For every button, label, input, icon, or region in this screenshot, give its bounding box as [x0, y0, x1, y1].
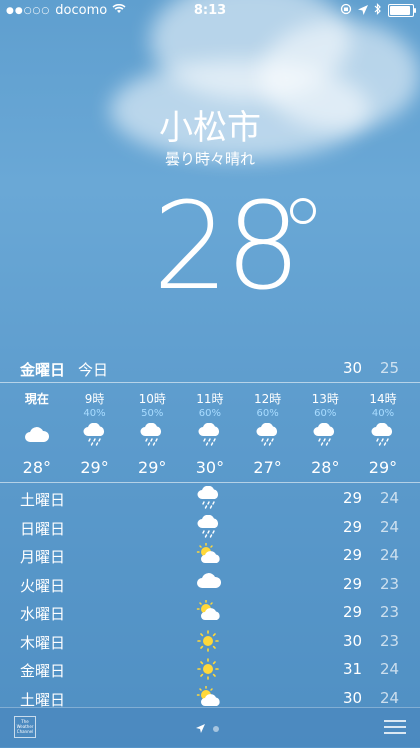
hourly-item: 13時 60% 28°	[296, 390, 354, 477]
rain-icon	[296, 420, 354, 450]
day-low: 24	[380, 546, 400, 564]
hourly-item: 14時 40% 29°	[354, 390, 412, 477]
rain-icon	[181, 420, 239, 450]
day-name: 木曜日	[20, 633, 66, 652]
hour-time: 現在	[24, 392, 49, 406]
rain-icon	[239, 420, 297, 450]
day-high: 29	[343, 574, 363, 593]
divider	[0, 482, 420, 483]
hourly-item: 10時 50% 29°	[123, 390, 181, 477]
today-low: 25	[380, 359, 400, 377]
sunny-icon	[196, 629, 220, 657]
daily-row: 木曜日 30 23	[0, 627, 420, 656]
daily-row: 金曜日 31 24	[0, 655, 420, 684]
hour-temp: 29°	[368, 458, 398, 477]
weather-channel-logo[interactable]: The Weather Channel	[14, 716, 36, 738]
day-high: 29	[343, 603, 363, 621]
precip-chance	[8, 408, 66, 420]
hourly-item: 11時 60% 30°	[181, 390, 239, 477]
daily-forecast-list[interactable]: 土曜日 29 24 日曜日 29 24 月曜日 29 24 火曜日 29 23 水曜日 29 23 木曜日 30…	[0, 484, 420, 712]
hour-time: 10時	[138, 392, 166, 406]
day-name: 土曜日	[20, 491, 66, 509]
daily-row: 土曜日 29 24	[0, 484, 420, 513]
status-bar: ●●○○○ docomo 8:13	[0, 0, 420, 22]
day-name: 水曜日	[20, 605, 66, 623]
today-day-name: 金曜日	[20, 361, 66, 379]
hour-temp: 28°	[22, 458, 52, 477]
divider	[0, 382, 420, 383]
day-low: 24	[380, 517, 400, 536]
hour-temp: 27°	[253, 458, 282, 477]
battery-icon	[388, 4, 416, 17]
bluetooth-icon	[374, 3, 382, 18]
day-name: 月曜日	[20, 548, 66, 566]
rain-icon	[123, 420, 181, 450]
day-low: 24	[380, 489, 400, 507]
partly-cloudy-icon	[196, 599, 224, 626]
hour-time: 13時	[311, 392, 339, 406]
page-dot	[213, 725, 219, 732]
hourly-forecast-strip[interactable]: 現在 28° 9時 40% 29° 10時 50% 29° 11時 60% 30° 12時 60% 27°…	[8, 390, 412, 477]
precip-chance: 40%	[83, 408, 106, 419]
page-indicator[interactable]	[196, 724, 219, 733]
sunny-icon	[196, 657, 220, 685]
degree-symbol	[290, 198, 316, 224]
hour-temp: 28°	[311, 458, 340, 477]
hour-temp: 29°	[138, 458, 167, 477]
day-low: 23	[380, 603, 400, 621]
day-high: 30	[343, 688, 363, 707]
location-arrow-icon	[358, 4, 368, 18]
rotation-lock-icon	[340, 3, 352, 18]
rain-icon	[66, 420, 124, 450]
list-icon[interactable]	[384, 720, 406, 738]
partly-cloudy-icon	[196, 542, 224, 569]
rain-icon	[196, 514, 222, 543]
hourly-item: 9時 40% 29°	[66, 390, 124, 477]
today-summary-row: 金曜日 今日 30 25	[0, 357, 420, 381]
day-high: 29	[343, 489, 363, 507]
precip-chance: 40%	[371, 408, 395, 419]
cloudy-icon	[196, 572, 222, 594]
today-label: 今日	[78, 361, 109, 379]
rain-icon	[354, 420, 412, 450]
city-name: 小松市	[159, 108, 261, 148]
day-high: 29	[343, 517, 363, 536]
hourly-item: 12時 60% 27°	[239, 390, 297, 477]
day-high: 31	[343, 660, 363, 678]
daily-row: 水曜日 29 23	[0, 598, 420, 627]
today-high: 30	[343, 359, 363, 377]
day-low: 24	[380, 688, 400, 707]
day-high: 30	[343, 631, 363, 650]
hour-temp: 29°	[80, 458, 109, 477]
precip-chance: 50%	[141, 408, 164, 419]
day-low: 24	[380, 660, 400, 678]
precip-chance: 60%	[314, 408, 337, 419]
day-low: 23	[380, 631, 400, 650]
daily-row: 日曜日 29 24	[0, 513, 420, 542]
day-low: 23	[380, 574, 400, 593]
day-name: 火曜日	[20, 576, 66, 595]
bottom-toolbar: The Weather Channel	[0, 707, 420, 748]
current-temperature: 28	[152, 178, 302, 317]
rain-icon	[196, 485, 222, 514]
hour-time: 11時	[196, 392, 224, 406]
precip-chance: 60%	[198, 408, 222, 419]
hour-time: 9時	[84, 392, 105, 406]
hour-temp: 30°	[195, 458, 225, 477]
hour-time: 12時	[253, 392, 282, 406]
day-name: 金曜日	[20, 662, 66, 680]
daily-row: 月曜日 29 24	[0, 541, 420, 570]
current-condition: 曇り時々晴れ	[164, 150, 255, 168]
day-high: 29	[343, 546, 363, 564]
daily-row: 火曜日 29 23	[0, 570, 420, 599]
hourly-item: 現在 28°	[8, 390, 66, 477]
hour-time: 14時	[369, 392, 397, 406]
cloudy-icon	[8, 420, 66, 450]
current-location-icon	[196, 724, 205, 733]
precip-chance: 60%	[256, 408, 279, 419]
day-name: 日曜日	[20, 519, 66, 538]
